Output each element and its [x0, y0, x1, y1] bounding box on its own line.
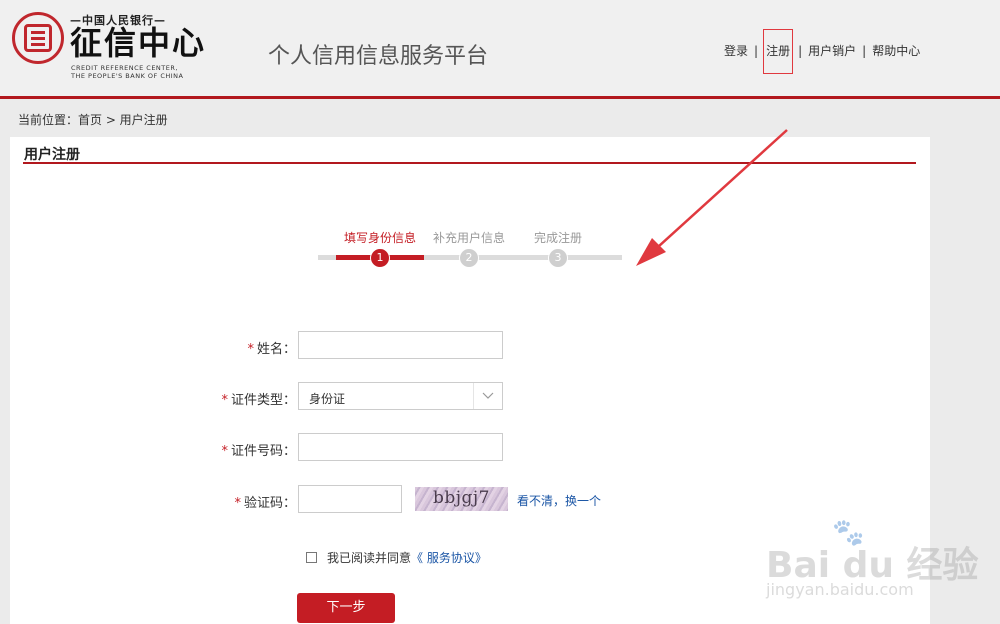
agree-checkbox[interactable] — [306, 552, 317, 563]
captcha-image[interactable]: bbjgj7 — [415, 487, 508, 511]
name-label: * 姓名： — [247, 338, 296, 357]
name-input[interactable] — [298, 331, 503, 359]
baidu-watermark: 🐾 Bai du 经验 jingyan.baidu.com — [762, 510, 979, 610]
captcha-refresh-link[interactable]: 看不清，换一个 — [517, 492, 601, 509]
id-type-label: * 证件类型： — [221, 389, 296, 408]
panel-title: 用户注册 — [24, 147, 80, 163]
id-type-select[interactable]: 身份证 — [298, 382, 503, 410]
breadcrumb: 当前位置：首页 > 用户注册 — [18, 113, 168, 127]
nav-help-link[interactable]: 帮助中心 — [872, 42, 920, 59]
name-row: * 姓名： — [10, 331, 930, 361]
step-3-label: 完成注册 — [533, 231, 583, 245]
site-title: 个人信用信息服务平台 — [268, 44, 489, 69]
watermark-url: jingyan.baidu.com — [766, 580, 914, 599]
id-number-row: * 证件号码： — [10, 433, 930, 463]
id-type-row: * 证件类型： 身份证 — [10, 382, 930, 412]
name-label-text: 姓名： — [256, 342, 296, 357]
seal-icon — [12, 12, 64, 64]
id-number-label: * 证件号码： — [221, 440, 296, 459]
pboc-credit-center-logo[interactable]: —中国人民银行— 征信中心 CREDIT REFERENCE CENTER, T… — [12, 12, 212, 84]
id-type-label-text: 证件类型： — [230, 393, 296, 408]
top-nav: 登录 | 注册 | 用户销户 | 帮助中心 — [724, 29, 920, 74]
id-type-value: 身份证 — [309, 392, 346, 406]
agree-text: 我已阅读并同意 — [327, 551, 412, 565]
nav-separator: | — [754, 43, 759, 58]
service-agreement-link[interactable]: 《 服务协议》 — [411, 549, 487, 566]
step-1-label: 填写身份信息 — [343, 231, 417, 245]
id-number-input[interactable] — [298, 433, 503, 461]
required-mark: * — [234, 496, 241, 511]
chevron-down-icon[interactable] — [473, 383, 502, 409]
step-progress: 填写身份信息 补充用户信息 完成注册 1 2 3 — [318, 227, 622, 268]
logo-main-text: 征信中心 — [70, 24, 207, 62]
nav-register-link[interactable]: 注册 — [763, 29, 794, 74]
title-divider — [23, 162, 916, 164]
captcha-input[interactable] — [298, 485, 402, 513]
step-1-dot: 1 — [370, 248, 390, 268]
captcha-label-text: 验证码： — [243, 496, 296, 511]
logo-en-line2: THE PEOPLE'S BANK OF CHINA — [71, 72, 184, 80]
required-mark: * — [221, 393, 228, 408]
logo-english-text: CREDIT REFERENCE CENTER, THE PEOPLE'S BA… — [71, 64, 183, 80]
step-2-label: 补充用户信息 — [432, 231, 506, 245]
nav-close-account-link[interactable]: 用户销户 — [808, 42, 856, 59]
site-header: —中国人民银行— 征信中心 CREDIT REFERENCE CENTER, T… — [0, 0, 1000, 99]
nav-login-link[interactable]: 登录 — [724, 42, 748, 59]
agreement-row: 我已阅读并同意 《 服务协议》 — [306, 549, 487, 566]
nav-separator: | — [862, 43, 867, 58]
required-mark: * — [247, 342, 254, 357]
step-2-dot: 2 — [459, 248, 479, 268]
logo-en-line1: CREDIT REFERENCE CENTER, — [71, 64, 178, 72]
next-step-button[interactable]: 下一步 — [297, 593, 395, 623]
step-3-dot: 3 — [548, 248, 568, 268]
nav-separator: | — [798, 43, 803, 58]
captcha-label: * 验证码： — [234, 492, 296, 511]
id-number-label-text: 证件号码： — [230, 444, 296, 459]
required-mark: * — [221, 444, 228, 459]
